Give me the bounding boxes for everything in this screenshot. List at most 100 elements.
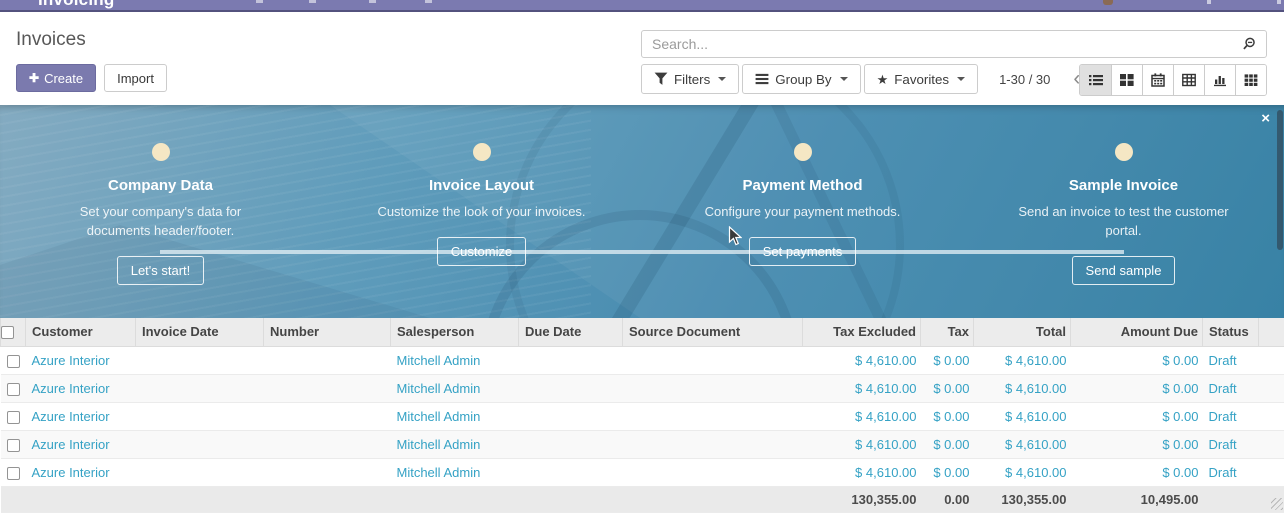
cell-tax-excluded[interactable]: $ 4,610.00 [803,430,921,458]
column-header-amount-due[interactable]: Amount Due [1071,318,1203,346]
cell-tax-excluded[interactable]: $ 4,610.00 [803,402,921,430]
cell-source-document[interactable] [623,458,803,486]
pivot-view-button[interactable] [1173,65,1204,95]
cell-status[interactable]: Draft [1203,374,1259,402]
column-header-invoice-date[interactable]: Invoice Date [136,318,264,346]
column-header-tax-excluded[interactable]: Tax Excluded [803,318,921,346]
column-header-total[interactable]: Total [974,318,1071,346]
table-row[interactable]: Azure Interior Mitchell Admin $ 4,610.00… [1,374,1284,402]
set-payments-button[interactable]: Set payments [749,237,857,266]
cell-total[interactable]: $ 4,610.00 [974,346,1071,374]
user-avatar[interactable] [1103,0,1113,5]
invoice-list-table: Customer Invoice Date Number Salesperson… [0,318,1284,513]
cell-total[interactable]: $ 4,610.00 [974,402,1071,430]
create-button[interactable]: ✚ Create [16,64,96,92]
cell-tax[interactable]: $ 0.00 [921,402,974,430]
column-header-status[interactable]: Status [1203,318,1259,346]
column-header-customer[interactable]: Customer [26,318,136,346]
row-checkbox[interactable] [7,439,20,452]
cell-status[interactable]: Draft [1203,346,1259,374]
cell-number[interactable] [264,346,391,374]
group-by-dropdown[interactable]: Group By [742,64,860,94]
cell-customer[interactable]: Azure Interior [26,430,136,458]
cell-number[interactable] [264,458,391,486]
cell-source-document[interactable] [623,374,803,402]
cell-invoice-date[interactable] [136,402,264,430]
cell-due-date[interactable] [519,374,623,402]
row-checkbox[interactable] [7,411,20,424]
cell-invoice-date[interactable] [136,346,264,374]
table-row[interactable]: Azure Interior Mitchell Admin $ 4,610.00… [1,402,1284,430]
vertical-scrollbar-thumb[interactable] [1277,110,1283,250]
table-row[interactable]: Azure Interior Mitchell Admin $ 4,610.00… [1,458,1284,486]
cell-number[interactable] [264,430,391,458]
cell-source-document[interactable] [623,402,803,430]
cell-number[interactable] [264,402,391,430]
app-name[interactable]: Invoicing [38,0,114,10]
cell-amount-due[interactable]: $ 0.00 [1071,430,1203,458]
cell-amount-due[interactable]: $ 0.00 [1071,346,1203,374]
cell-customer[interactable]: Azure Interior [26,402,136,430]
kanban-view-button[interactable] [1111,65,1142,95]
cell-tax[interactable]: $ 0.00 [921,346,974,374]
row-checkbox[interactable] [7,355,20,368]
table-row[interactable]: Azure Interior Mitchell Admin $ 4,610.00… [1,346,1284,374]
column-header-salesperson[interactable]: Salesperson [391,318,519,346]
cell-due-date[interactable] [519,346,623,374]
cell-invoice-date[interactable] [136,374,264,402]
cell-total[interactable]: $ 4,610.00 [974,374,1071,402]
cell-number[interactable] [264,374,391,402]
import-button[interactable]: Import [104,64,167,92]
activity-view-button[interactable] [1235,65,1266,95]
cell-salesperson[interactable]: Mitchell Admin [391,346,519,374]
cell-tax-excluded[interactable]: $ 4,610.00 [803,458,921,486]
cell-invoice-date[interactable] [136,430,264,458]
customize-button[interactable]: Customize [437,237,526,266]
column-header-tax[interactable]: Tax [921,318,974,346]
cell-salesperson[interactable]: Mitchell Admin [391,402,519,430]
cell-status[interactable]: Draft [1203,458,1259,486]
column-header-due-date[interactable]: Due Date [519,318,623,346]
list-view-button[interactable] [1080,65,1111,95]
search-input[interactable] [642,36,1232,52]
table-row[interactable]: Azure Interior Mitchell Admin $ 4,610.00… [1,430,1284,458]
cell-source-document[interactable] [623,346,803,374]
cell-salesperson[interactable]: Mitchell Admin [391,458,519,486]
cell-customer[interactable]: Azure Interior [26,458,136,486]
resize-handle-icon[interactable] [1271,498,1283,510]
cell-tax-excluded[interactable]: $ 4,610.00 [803,346,921,374]
favorites-dropdown[interactable]: ★ Favorites [864,64,978,94]
cell-total[interactable]: $ 4,610.00 [974,458,1071,486]
cell-due-date[interactable] [519,458,623,486]
cell-amount-due[interactable]: $ 0.00 [1071,458,1203,486]
cell-customer[interactable]: Azure Interior [26,374,136,402]
column-header-number[interactable]: Number [264,318,391,346]
cell-invoice-date[interactable] [136,458,264,486]
cell-tax[interactable]: $ 0.00 [921,430,974,458]
calendar-view-button[interactable] [1142,65,1173,95]
cell-total[interactable]: $ 4,610.00 [974,430,1071,458]
filters-dropdown[interactable]: Filters [641,64,739,94]
cell-amount-due[interactable]: $ 0.00 [1071,374,1203,402]
cell-status[interactable]: Draft [1203,402,1259,430]
search-options-button[interactable] [1232,31,1266,57]
row-checkbox[interactable] [7,383,20,396]
cell-due-date[interactable] [519,430,623,458]
lets-start-button[interactable]: Let's start! [117,256,205,285]
cell-customer[interactable]: Azure Interior [26,346,136,374]
column-header-source-document[interactable]: Source Document [623,318,803,346]
cell-amount-due[interactable]: $ 0.00 [1071,402,1203,430]
cell-salesperson[interactable]: Mitchell Admin [391,430,519,458]
banner-close-button[interactable]: × [1261,111,1270,126]
cell-tax[interactable]: $ 0.00 [921,458,974,486]
cell-tax[interactable]: $ 0.00 [921,374,974,402]
send-sample-button[interactable]: Send sample [1072,256,1176,285]
cell-source-document[interactable] [623,430,803,458]
row-checkbox[interactable] [7,467,20,480]
cell-due-date[interactable] [519,402,623,430]
cell-status[interactable]: Draft [1203,430,1259,458]
select-all-checkbox[interactable] [1,326,14,339]
graph-view-button[interactable] [1204,65,1235,95]
cell-salesperson[interactable]: Mitchell Admin [391,374,519,402]
cell-tax-excluded[interactable]: $ 4,610.00 [803,374,921,402]
